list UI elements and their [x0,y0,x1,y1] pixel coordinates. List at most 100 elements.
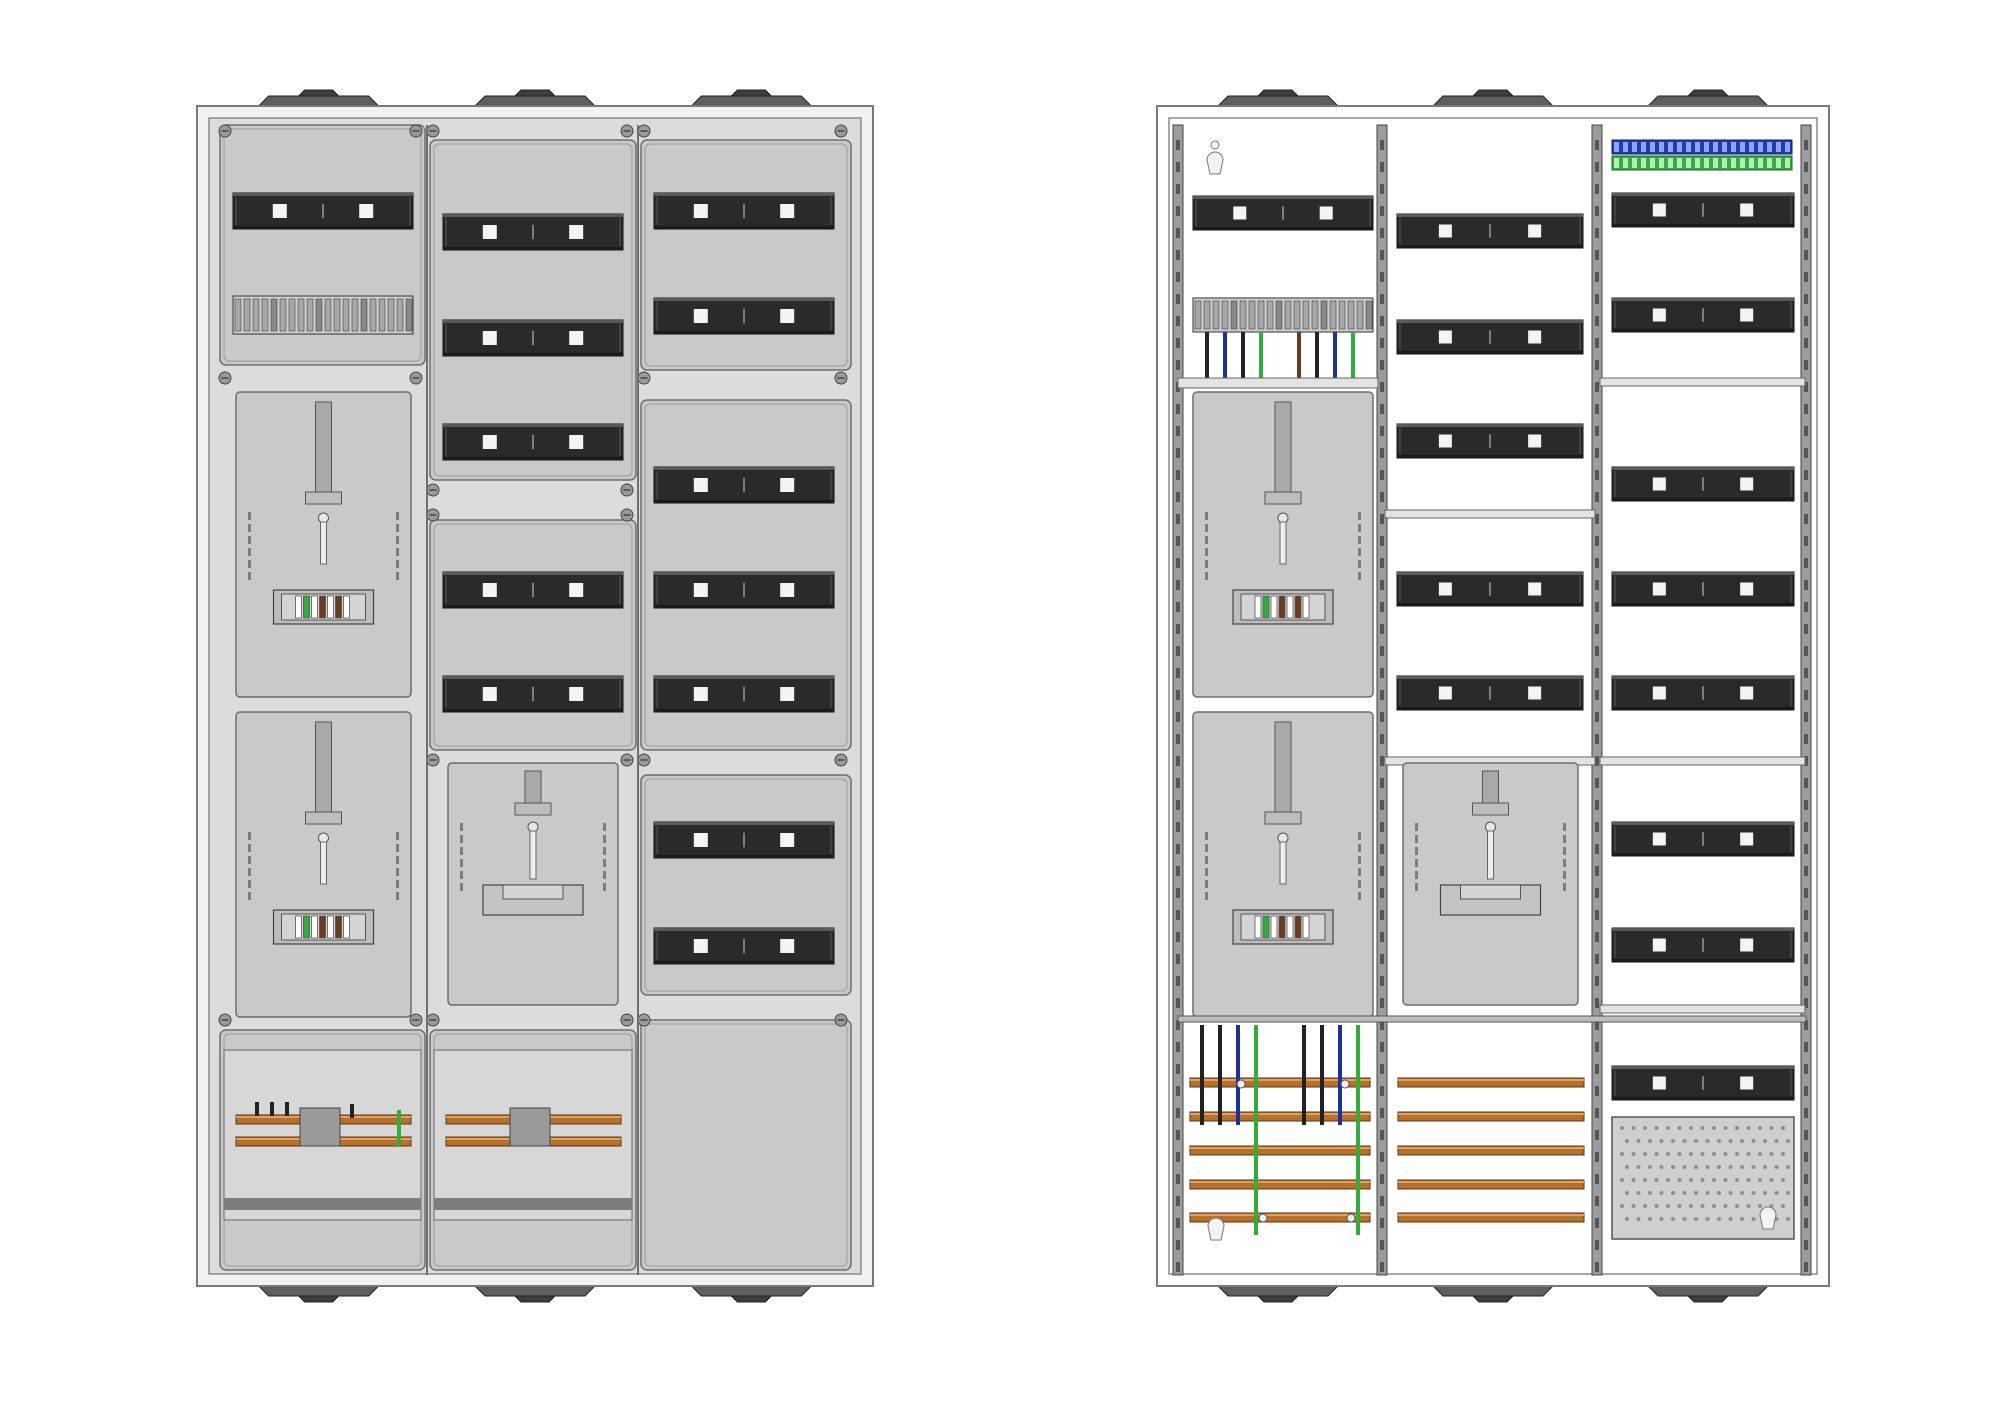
terminal-screw-blue [1713,142,1718,152]
perforation [1740,1139,1744,1143]
perforation [1712,1204,1716,1208]
support-hole [1176,668,1180,678]
support-hole [1804,470,1808,480]
rail-mount-hole [1652,1076,1666,1090]
busbar [1397,1111,1585,1122]
support-hole [1176,800,1180,810]
support-hole [1380,646,1384,656]
vent-slit [603,847,606,855]
cover-plate [640,139,852,371]
perforation [1700,1126,1705,1130]
support-hole [1804,602,1808,612]
terminal-strip [319,915,326,939]
support-hole [1804,910,1808,920]
vent-slit [1563,883,1566,891]
vent-slit [460,871,463,879]
vent-slit [1205,832,1208,840]
busbar [1189,1145,1371,1156]
support-hole [1380,536,1384,546]
wire [1320,1025,1324,1125]
support-hole [1595,448,1599,458]
wire-ferrule [1340,1079,1350,1089]
terminal-screw-green [1722,158,1727,168]
perforation [1758,1204,1762,1208]
perforation [1625,1217,1629,1221]
compartment-divider [1177,1015,1807,1023]
rail-mount-hole [780,833,795,847]
support-hole [1595,162,1599,172]
perforation [1781,1204,1785,1208]
rail-mount-hole [780,204,795,218]
vent-slit [1205,880,1208,888]
rail-mount-hole [1740,582,1754,596]
terminal-clip [369,298,377,332]
support-hole [1595,250,1599,260]
terminal-screw-blue [1749,142,1754,152]
meter-panel [1192,391,1374,698]
wire [1254,1025,1258,1235]
rail-mount-hole [1438,686,1452,700]
wire-ferrule [1258,1213,1268,1223]
perforation [1723,1152,1728,1156]
rail-mount-hole [1740,832,1754,846]
terminal-clip [252,298,260,332]
rail-mount-hole [693,309,708,323]
screw [637,1013,651,1027]
perforation [1643,1204,1647,1208]
vent-slit [248,832,251,840]
support-hole [1380,954,1384,964]
terminal-screw-blue [1677,142,1682,152]
terminal-screw-green [1731,158,1736,168]
support-hole [1380,602,1384,612]
rail-shadow [1397,603,1583,606]
rail-shadow [443,709,623,712]
rail-shadow [1397,455,1583,458]
support-hole [1595,1174,1599,1184]
terminal-screw-blue [1668,142,1673,152]
rail-highlight [443,214,623,217]
meter-panel [235,711,412,1018]
support-hole [1176,162,1180,172]
perforation [1774,1191,1779,1195]
cable-entry-knob [1431,1285,1555,1297]
support-hole [1804,536,1808,546]
busbar [1189,1111,1371,1122]
support-hole [1380,404,1384,414]
cable-entry-cap [1686,1295,1730,1303]
support-hole [1804,426,1808,436]
terminal-screw-green [1686,158,1691,168]
terminal-clip [1248,300,1256,330]
rail-highlight [1397,676,1583,679]
perforation [1781,1152,1785,1156]
terminal-strip [295,915,302,939]
support-hole [1176,778,1180,788]
perforation [1751,1217,1756,1221]
rail-mount-hole [359,204,374,218]
terminal-clip [1212,300,1220,330]
terminal-screw-green [1695,158,1700,168]
rail-shadow [443,247,623,250]
cable-entry-knob [690,95,813,107]
perforation [1694,1191,1698,1195]
vent-slit [396,560,399,568]
perforation [1705,1139,1710,1143]
support-hole [1595,360,1599,370]
rail-mount-hole [1740,938,1754,952]
cable-entry-knob [1216,95,1340,107]
perforation [1620,1126,1624,1130]
perforation [1648,1139,1652,1143]
support-hole [1595,910,1599,920]
rail-mount-hole [569,331,584,345]
busbar [1397,1145,1585,1156]
meter-spindle [529,830,537,880]
rail-highlight [654,298,834,301]
green-wire-stub [397,1110,401,1146]
support-hole [1380,1262,1384,1272]
perforation [1728,1139,1733,1143]
screw [620,753,634,767]
support-hole [1804,162,1808,172]
support-hole [1804,580,1808,590]
rail-mount-hole [482,225,497,239]
din-rail [1611,297,1795,333]
terminal-clip [1284,300,1292,330]
